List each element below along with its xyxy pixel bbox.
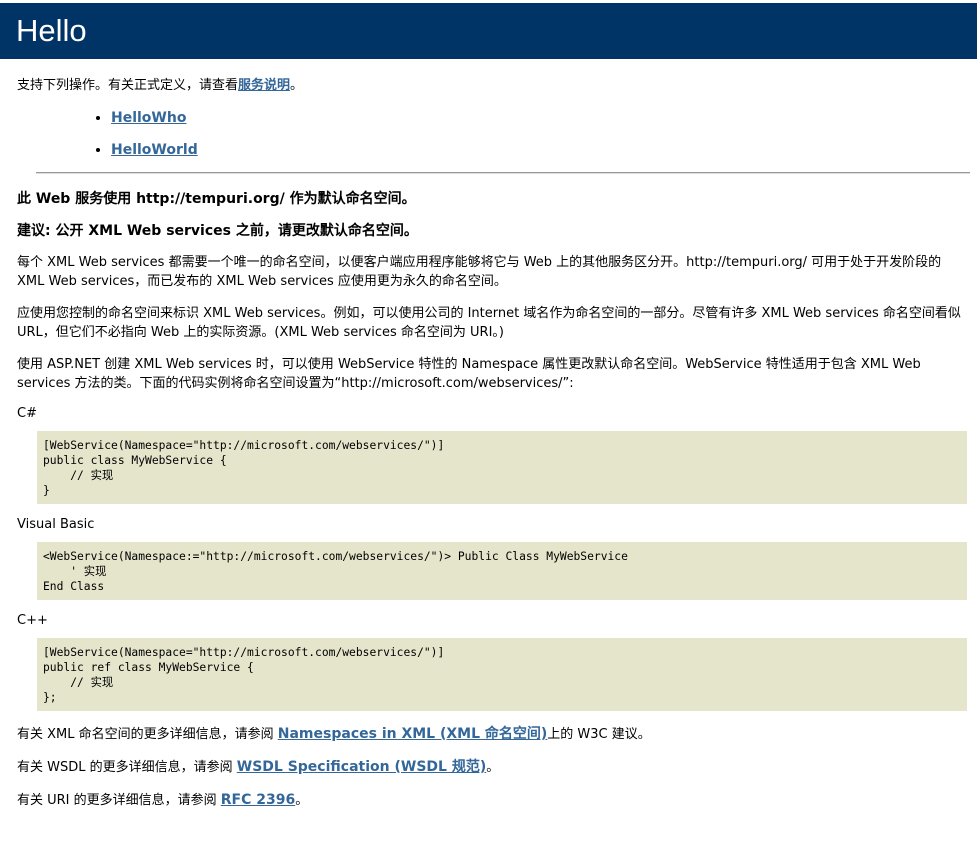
service-description-link[interactable]: 服务说明 [238,78,290,93]
footer-xml-namespaces: 有关 XML 命名空间的更多详细信息，请参阅 Namespaces in XML… [17,725,967,744]
footer-text: 有关 URI 的更多详细信息，请参阅 [17,793,221,808]
page-title: Hello [0,3,977,59]
namespace-notice: 此 Web 服务使用 http://tempuri.org/ 作为默认命名空间。 [17,191,416,207]
footer-text: 上的 W3C 建议。 [547,727,651,742]
intro-end: 。 [290,78,304,93]
intro-text: 支持下列操作。有关正式定义，请查看服务说明。 [17,78,967,94]
paragraph-unique-namespace: 每个 XML Web services 都需要一个唯一的命名空间，以便客户端应用… [17,255,942,289]
footer-text: 有关 XML 命名空间的更多详细信息，请参阅 [17,727,278,742]
divider [36,172,970,174]
code-language-label: Visual Basic [17,517,95,532]
footer-text: 。 [486,760,500,775]
rfc-2396-link[interactable]: RFC 2396 [221,792,295,808]
footer-text: 。 [295,793,309,808]
intro-label: 支持下列操作。有关正式定义，请查看 [17,78,239,93]
footer-wsdl: 有关 WSDL 的更多详细信息，请参阅 WSDL Specification (… [17,758,967,777]
code-language-label: C# [17,406,37,421]
wsdl-specification-link[interactable]: WSDL Specification (WSDL 规范) [237,759,486,775]
list-item: HelloWho [111,110,967,126]
operation-link-helloworld[interactable]: HelloWorld [111,142,198,158]
paragraph-control-namespace: 应使用您控制的命名空间来标识 XML Web services。例如，可以使用公… [17,306,961,340]
operation-list: HelloWho HelloWorld [17,110,967,158]
paragraph-aspnet: 使用 ASP.NET 创建 XML Web services 时，可以使用 We… [17,357,921,391]
code-language-label: C++ [17,613,48,628]
footer-uri: 有关 URI 的更多详细信息，请参阅 RFC 2396。 [17,791,967,810]
main-content: 支持下列操作。有关正式定义，请查看服务说明。 HelloWho HelloWor… [0,78,977,158]
namespace-section: 此 Web 服务使用 http://tempuri.org/ 作为默认命名空间。… [0,190,977,810]
code-sample-csharp: [WebService(Namespace="http://microsoft.… [37,431,967,504]
namespaces-in-xml-link[interactable]: Namespaces in XML (XML 命名空间) [278,726,548,742]
recommendation: 建议: 公开 XML Web services 之前，请更改默认命名空间。 [17,223,418,239]
code-sample-cpp: [WebService(Namespace="http://microsoft.… [37,638,967,711]
list-item: HelloWorld [111,142,967,158]
footer-text: 有关 WSDL 的更多详细信息，请参阅 [17,760,237,775]
code-sample-vb: <WebService(Namespace:="http://microsoft… [37,542,967,600]
operation-link-hellowho[interactable]: HelloWho [111,110,186,126]
